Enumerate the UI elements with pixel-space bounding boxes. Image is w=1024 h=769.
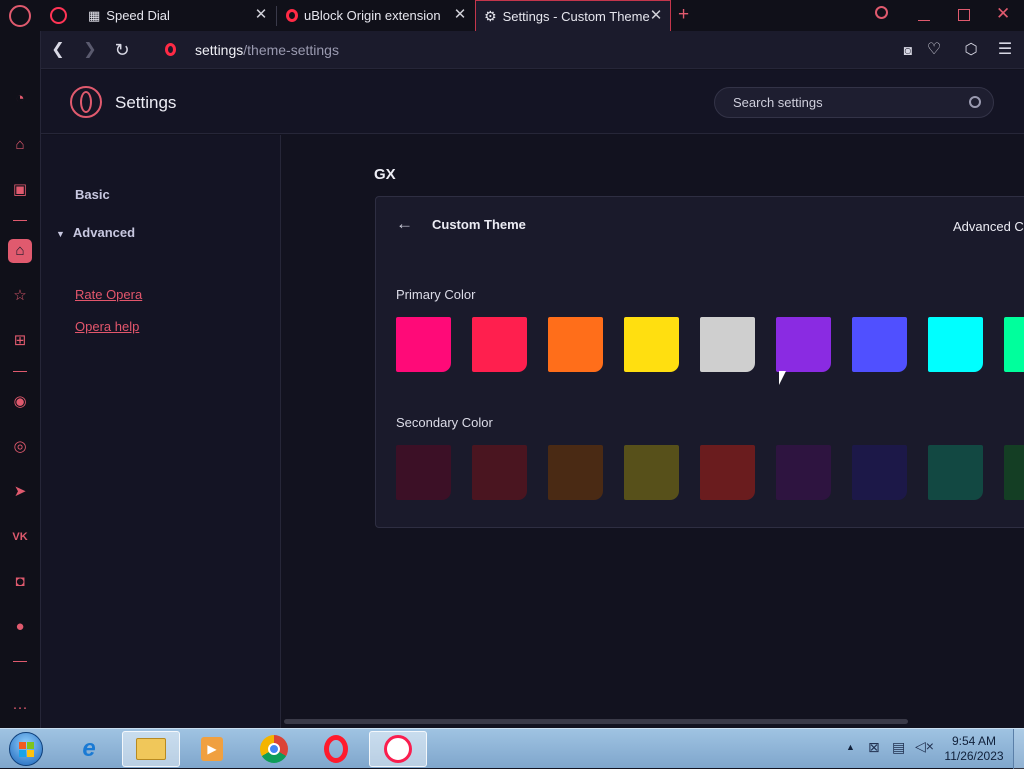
settings-header: Settings Search settings <box>41 70 1024 134</box>
horizontal-scrollbar[interactable] <box>284 719 908 724</box>
internet-explorer-icon[interactable]: e <box>60 731 118 767</box>
caret-down-icon: ▼ <box>56 229 65 239</box>
opera-menu-icon[interactable] <box>9 5 31 27</box>
primary-color-label: Primary Color <box>396 287 476 302</box>
close-icon[interactable]: ✕ <box>648 8 664 24</box>
primary-color-swatch[interactable] <box>776 317 831 372</box>
nav-basic[interactable]: Basic <box>75 187 110 202</box>
url-field[interactable]: settings/theme-settings <box>195 42 339 58</box>
rate-opera-link[interactable]: Rate Opera <box>75 287 142 302</box>
windows-taskbar: e ▶ ▲ ⊠ ▤ ◁× 9:54 AM 11/26/2023 <box>0 728 1024 769</box>
vk-icon[interactable]: VK <box>8 525 32 549</box>
primary-color-swatch[interactable] <box>548 317 603 372</box>
tab-title: uBlock Origin extension - C <box>304 8 444 23</box>
custom-theme-card: ← Custom Theme Advanced Co Primary Color… <box>375 196 1024 528</box>
secondary-color-swatch[interactable] <box>928 445 983 500</box>
back-icon[interactable]: ❮ <box>48 40 68 60</box>
opera-help-link[interactable]: Opera help <box>75 319 139 334</box>
shop-icon[interactable]: ⌂ <box>8 133 32 157</box>
secondary-color-swatch[interactable] <box>624 445 679 500</box>
opera-gx-taskbar-icon[interactable] <box>369 731 427 767</box>
star-icon[interactable]: ☆ <box>8 284 32 308</box>
section-title: GX <box>374 166 396 183</box>
search-tabs-icon[interactable] <box>875 6 888 19</box>
twitter-icon[interactable]: ● <box>8 615 32 639</box>
volume-muted-icon[interactable]: ◁× <box>915 738 934 755</box>
network-icon[interactable]: ⊠ <box>868 739 880 756</box>
mouse-cursor <box>779 371 786 385</box>
secondary-color-swatch[interactable] <box>548 445 603 500</box>
advanced-colors-link[interactable]: Advanced Co <box>953 219 1024 234</box>
tab-ublock[interactable]: uBlock Origin extension - C ✕ <box>278 0 474 31</box>
address-bar: ❮ ❯ ↻ settings/theme-settings ◙ ♡ ⬡ ☰ <box>41 31 1024 69</box>
gamepad-icon[interactable]: ⊞ <box>8 329 32 353</box>
heart-icon[interactable]: ♡ <box>924 40 944 60</box>
primary-color-swatch[interactable] <box>700 317 755 372</box>
menu-icon[interactable]: ☰ <box>995 40 1015 60</box>
primary-color-swatch[interactable] <box>396 317 451 372</box>
more-icon[interactable]: ··· <box>8 696 32 720</box>
opera-sidebar: ◔ ⌂ ▣ ⌂ ☆ ⊞ ◉ ◎ ➤ VK ◘ ● ··· <box>0 31 41 728</box>
tab-speed-dial[interactable]: ▦ Speed Dial ✕ <box>80 0 275 31</box>
search-placeholder: Search settings <box>733 95 823 110</box>
search-icon <box>969 96 981 108</box>
opera-icon <box>286 9 298 22</box>
secondary-color-label: Secondary Color <box>396 415 493 430</box>
secondary-color-swatch[interactable] <box>1004 445 1024 500</box>
secondary-color-swatch[interactable] <box>700 445 755 500</box>
forward-icon[interactable]: ❯ <box>80 40 100 60</box>
file-explorer-icon[interactable] <box>122 731 180 767</box>
system-clock[interactable]: 9:54 AM 11/26/2023 <box>940 734 1008 764</box>
primary-color-swatch[interactable] <box>928 317 983 372</box>
home-icon[interactable]: ⌂ <box>8 239 32 263</box>
search-input[interactable]: Search settings <box>714 87 994 118</box>
tab-title: Settings - Custom Theme <box>502 9 650 24</box>
opera-taskbar-icon[interactable] <box>307 731 365 767</box>
secondary-color-swatch[interactable] <box>472 445 527 500</box>
page-title: Settings <box>115 93 177 112</box>
gear-icon: ⚙ <box>484 8 497 24</box>
settings-nav: Basic ▼ Advanced Rate Opera Opera help <box>41 135 281 728</box>
tab-strip: ▦ Speed Dial ✕ uBlock Origin extension -… <box>0 0 1024 32</box>
opera-workspace-icon[interactable] <box>50 7 67 24</box>
telegram-icon[interactable]: ➤ <box>8 480 32 504</box>
whatsapp-icon[interactable]: ◎ <box>8 435 32 459</box>
opera-icon <box>165 43 176 56</box>
camera-icon[interactable]: ◙ <box>898 40 918 60</box>
tab-title: Speed Dial <box>106 8 170 23</box>
chrome-icon[interactable] <box>245 731 303 767</box>
new-tab-icon[interactable]: + <box>678 4 689 26</box>
twitch-icon[interactable]: ▣ <box>8 178 32 202</box>
start-button[interactable] <box>9 732 43 766</box>
grid-icon: ▦ <box>88 7 101 23</box>
reload-icon[interactable]: ↻ <box>112 40 132 60</box>
close-icon[interactable]: ✕ <box>452 7 468 23</box>
secondary-color-swatch[interactable] <box>852 445 907 500</box>
primary-color-swatch[interactable] <box>1004 317 1024 372</box>
opera-logo <box>70 86 102 118</box>
show-desktop-button[interactable] <box>1013 729 1024 769</box>
messenger-icon[interactable]: ◉ <box>8 390 32 414</box>
media-player-icon[interactable]: ▶ <box>183 731 241 767</box>
instagram-icon[interactable]: ◘ <box>8 570 32 594</box>
back-arrow-icon[interactable]: ← <box>396 214 413 234</box>
primary-color-swatch[interactable] <box>852 317 907 372</box>
tab-settings[interactable]: ⚙ Settings - Custom Theme ✕ <box>475 0 671 32</box>
primary-color-swatch[interactable] <box>624 317 679 372</box>
card-title: Custom Theme <box>432 217 526 232</box>
nav-advanced[interactable]: ▼ Advanced <box>56 225 135 240</box>
secondary-color-swatch[interactable] <box>396 445 451 500</box>
speedometer-icon[interactable]: ◔ <box>8 87 32 111</box>
close-window-icon[interactable]: ✕ <box>996 4 1010 24</box>
primary-color-swatch[interactable] <box>472 317 527 372</box>
tray-arrow-icon[interactable]: ▲ <box>846 742 855 752</box>
minimize-icon[interactable] <box>918 20 930 21</box>
main-content: GX ← Custom Theme Advanced Co Primary Co… <box>281 135 1024 728</box>
secondary-color-swatch[interactable] <box>776 445 831 500</box>
action-center-icon[interactable]: ▤ <box>892 739 905 756</box>
restore-icon[interactable] <box>958 9 970 21</box>
cube-icon[interactable]: ⬡ <box>961 40 981 60</box>
close-icon[interactable]: ✕ <box>253 7 269 23</box>
